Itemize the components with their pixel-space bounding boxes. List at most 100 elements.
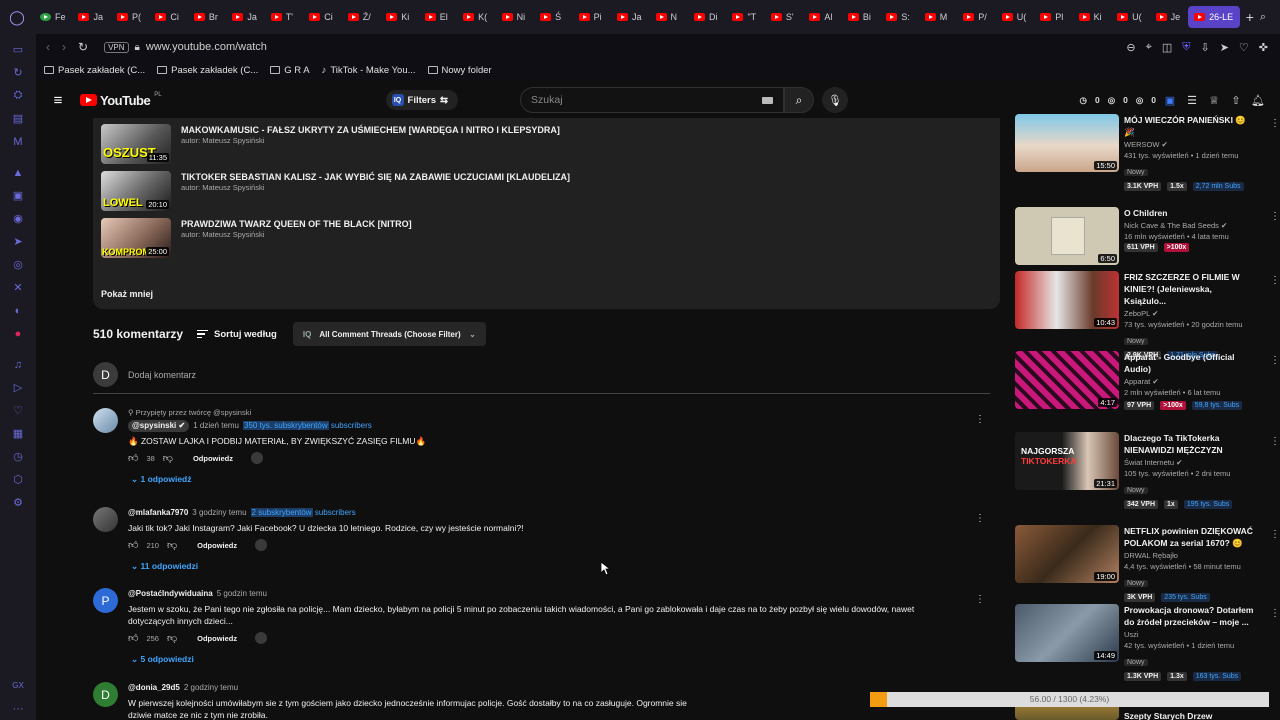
comment-time[interactable]: 3 godziny temu xyxy=(192,507,246,519)
browser-tab[interactable]: Bi xyxy=(842,0,880,34)
video-menu-icon[interactable]: ⋮ xyxy=(1270,529,1280,540)
related-video[interactable]: 6:50 O Children Nick Cave & The Bad Seed… xyxy=(1015,207,1280,267)
user-avatar[interactable]: D xyxy=(93,362,118,387)
comment-menu-icon[interactable]: ⋮ xyxy=(975,513,985,524)
browser-tab[interactable]: S: xyxy=(880,0,918,34)
reply-button[interactable]: Odpowiedz xyxy=(197,541,237,550)
comment-filter-dropdown[interactable]: IQ All Comment Threads (Choose Filter) ⌄ xyxy=(292,322,486,346)
search-button[interactable]: ⌕ xyxy=(784,87,815,113)
like-icon[interactable]: 👍︎ xyxy=(128,539,138,551)
browser-tab[interactable]: Pi xyxy=(573,0,611,34)
browser-tab[interactable]: Pl xyxy=(1034,0,1072,34)
video-title[interactable]: NETFLIX powinien DZIĘKOWAĆ POLAKOM za se… xyxy=(1124,525,1256,549)
video-menu-icon[interactable]: ⋮ xyxy=(1270,436,1280,447)
video-title[interactable]: Prowokacja dronowa? Dotarłem do źródeł p… xyxy=(1124,604,1256,628)
header-stats[interactable]: ◷ 0 ◎ 0 ◎ 0 xyxy=(1080,95,1156,106)
browser-tab[interactable]: Ni xyxy=(496,0,534,34)
related-video[interactable]: NAJGORSZA TIKTOKERKA 21:31 Dlaczego Ta Tik… xyxy=(1015,432,1280,512)
forward-icon[interactable]: › xyxy=(62,40,66,54)
twitch-icon[interactable]: ▣ xyxy=(0,184,36,207)
messenger-icon[interactable]: M xyxy=(0,130,36,153)
gem-icon[interactable]: ♕ xyxy=(1206,94,1222,107)
channel-name[interactable]: DRWAL Rębajło xyxy=(1124,551,1178,560)
reply-button[interactable]: Odpowiedz xyxy=(197,634,237,643)
sort-button[interactable]: Sortuj według xyxy=(197,329,277,340)
browser-tab[interactable]: Ci xyxy=(149,0,187,34)
browser-tab[interactable]: Ki xyxy=(1073,0,1111,34)
channel-name[interactable]: Nick Cave & The Bad Seeds xyxy=(1124,221,1219,230)
playlist-thumbnail[interactable]: OSZUST 11:35 xyxy=(101,124,171,164)
reply-button[interactable]: Odpowiedz xyxy=(193,454,233,463)
comment-time[interactable]: 2 godziny temu xyxy=(184,682,238,694)
browser-tab[interactable]: Ja xyxy=(611,0,649,34)
workspaces-icon[interactable]: ▭ xyxy=(0,38,36,61)
video-menu-icon[interactable]: ⋮ xyxy=(1270,275,1280,286)
pinboard-icon[interactable]: ▤ xyxy=(0,107,36,130)
search-tabs-icon[interactable]: ⌕ xyxy=(1260,11,1266,24)
list-icon[interactable]: ☰ xyxy=(1184,94,1200,107)
comment-time[interactable]: 1 dzień temu xyxy=(193,420,239,432)
video-thumbnail[interactable]: 6:50 xyxy=(1015,207,1119,265)
back-icon[interactable]: ‹ xyxy=(46,40,50,54)
related-video[interactable]: 14:49 Prowokacja dronowa? Dotarłem do źr… xyxy=(1015,604,1280,684)
view-replies-button[interactable]: ⌄ 11 odpowiedzi xyxy=(131,561,948,572)
dislike-icon[interactable]: 👎︎ xyxy=(167,539,177,551)
reload-icon[interactable]: ↻ xyxy=(78,40,88,54)
snapshot-icon[interactable]: ◫ xyxy=(1162,41,1172,54)
new-tab-button[interactable]: + xyxy=(1240,9,1260,25)
browser-tab[interactable]: N xyxy=(650,0,688,34)
upload-icon[interactable]: ⇧ xyxy=(1228,94,1244,107)
related-video[interactable]: 10:43 FRIZ SZCZERZE O FILMIE W KINIE?! (… xyxy=(1015,271,1280,360)
youtube-logo[interactable]: YouTube PL xyxy=(80,92,162,108)
video-title[interactable]: Apparat - Goodbye (Official Audio) xyxy=(1124,351,1256,375)
voice-search-button[interactable]: 🎙︎ xyxy=(822,87,849,113)
playlist-item-title[interactable]: MAKOWKAMUSIC - FAŁSZ UKRYTY ZA UŚMIECHEM… xyxy=(181,124,560,136)
comment-menu-icon[interactable]: ⋮ xyxy=(975,414,985,425)
video-thumbnail[interactable]: NAJGORSZA TIKTOKERKA 21:31 xyxy=(1015,432,1119,490)
channel-name[interactable]: Uszi xyxy=(1124,630,1139,639)
filters-button[interactable]: IQ Filters ⇆ xyxy=(385,90,459,110)
bookmark-folder-2[interactable]: Pasek zakładek (C... xyxy=(157,65,258,76)
browser-tab[interactable]: Ci xyxy=(303,0,341,34)
more-icon[interactable]: ··· xyxy=(0,697,36,720)
commenter-avatar[interactable]: D xyxy=(93,682,118,707)
download-icon[interactable]: ⇩ xyxy=(1200,41,1209,54)
browser-tab[interactable]: S' xyxy=(765,0,803,34)
browser-tab[interactable]: U( xyxy=(1111,0,1149,34)
video-menu-icon[interactable]: ⋮ xyxy=(1270,211,1280,222)
music-icon[interactable]: ♫ xyxy=(0,353,36,376)
browser-tab[interactable]: Je xyxy=(1150,0,1188,34)
video-title[interactable]: MÓJ WIECZÓR PANIEŃSKI 😊 🎉 xyxy=(1124,114,1256,138)
video-thumbnail[interactable]: 14:49 xyxy=(1015,604,1119,662)
browser-tab[interactable]: T' xyxy=(265,0,303,34)
browser-tab[interactable]: Ki xyxy=(380,0,418,34)
url-field[interactable]: www.youtube.com/watch xyxy=(146,41,267,53)
bookmark-tiktok[interactable]: ♪ TikTok - Make You... xyxy=(322,65,416,76)
browser-tab[interactable]: Br xyxy=(188,0,226,34)
video-menu-icon[interactable]: ⋮ xyxy=(1270,355,1280,366)
extensions-puzzle-icon[interactable]: ✜ xyxy=(1259,41,1268,54)
video-title[interactable]: O Children xyxy=(1124,207,1256,219)
keyboard-icon[interactable] xyxy=(762,96,774,104)
browser-tab[interactable]: Al xyxy=(803,0,841,34)
commenter-avatar[interactable] xyxy=(93,507,118,532)
notifications-icon[interactable]: 🔔︎ xyxy=(1250,94,1266,107)
related-video[interactable]: 19:00 NETFLIX powinien DZIĘKOWAĆ POLAKOM… xyxy=(1015,525,1280,602)
browser-tab[interactable]: Di xyxy=(688,0,726,34)
clock-icon[interactable]: ◷ xyxy=(0,445,36,468)
playlist-item[interactable]: OSZUST 11:35 MAKOWKAMUSIC - FAŁSZ UKRYTY… xyxy=(101,124,560,164)
channel-name[interactable]: Apparat xyxy=(1124,377,1150,386)
commenter-avatar[interactable]: P xyxy=(93,588,118,613)
view-replies-button[interactable]: ⌄ 5 odpowiedzi xyxy=(131,654,948,665)
aria-icon[interactable]: ▲ xyxy=(0,161,36,184)
vidiq-icon[interactable]: ▣ xyxy=(1162,94,1178,107)
telegram-icon[interactable]: ➤ xyxy=(0,230,36,253)
playlist-item[interactable]: LOWEL 20:10 TIKTOKER SEBASTIAN KALISZ - … xyxy=(101,171,570,211)
view-replies-button[interactable]: ⌄ 1 odpowiedź xyxy=(131,474,948,485)
bookmark-folder-5[interactable]: Nowy folder xyxy=(427,65,492,76)
browser-tab[interactable]: "T xyxy=(726,0,764,34)
show-less-button[interactable]: Pokaż mniej xyxy=(101,289,153,299)
comment-author[interactable]: @spysinski ✔ xyxy=(128,420,190,432)
browser-tab[interactable]: P( xyxy=(111,0,149,34)
browser-tab[interactable]: Fe xyxy=(34,0,72,34)
